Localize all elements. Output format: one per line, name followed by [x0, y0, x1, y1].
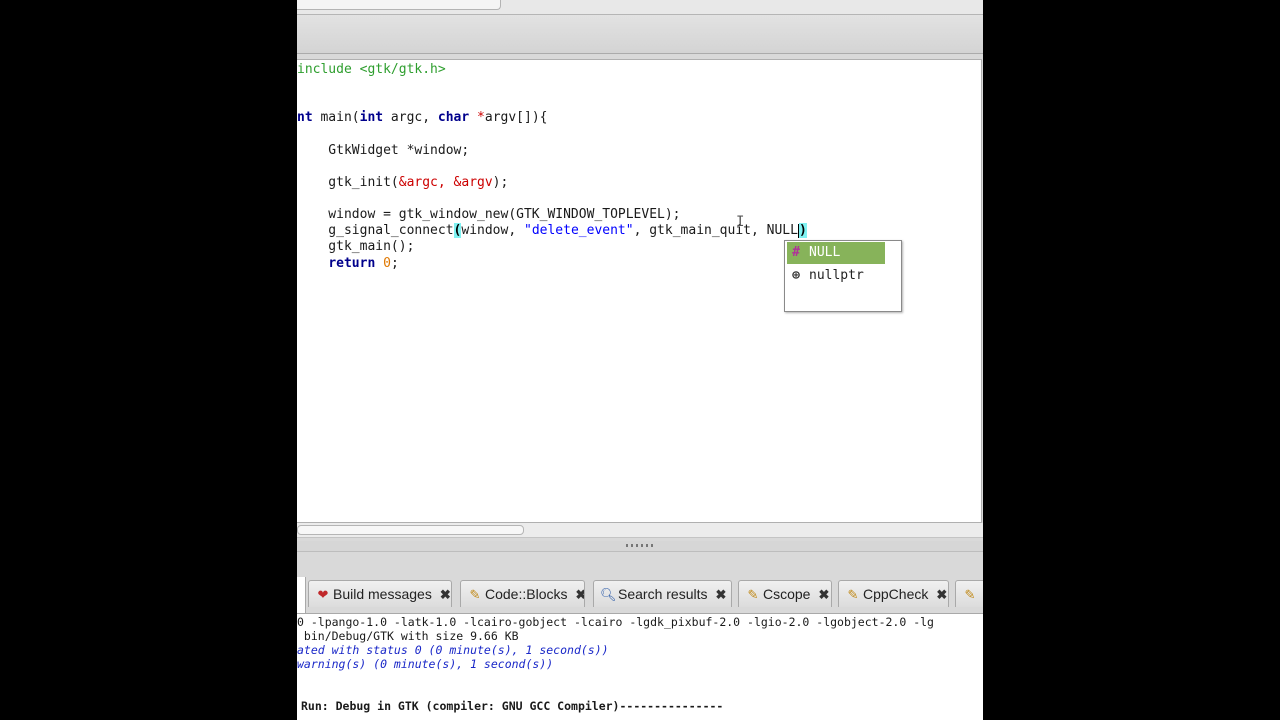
document-icon: ✎ [964, 587, 976, 602]
tab-label: Build messages [333, 586, 432, 602]
autocomplete-label: NULL [809, 245, 841, 260]
tab-label: Cscope [763, 586, 811, 602]
tab-label: CppCheck [863, 586, 929, 602]
keyword: int [359, 110, 384, 125]
log-line: ated with status 0 (0 minute(s), 1 secon… [297, 643, 609, 657]
build-log-output[interactable]: 0 -lpango-1.0 -latk-1.0 -lcairo-gobject … [297, 613, 983, 720]
code-text: ; [390, 256, 399, 271]
operator: &argc, &argv [398, 175, 493, 190]
keyword: char [437, 110, 470, 125]
log-line: warning(s) (0 minute(s), 1 second(s)) [297, 657, 554, 671]
code-line-main: nt main(int argc, char *argv[]){ [297, 110, 548, 126]
tab-cppcheck[interactable]: ✎ CppCheck ✖ [838, 580, 949, 607]
log-tab-bar: ❤ Build messages ✖ ✎ Code::Blocks ✖ 🔍︎Search… [297, 577, 983, 609]
string-literal: "delete_event" [524, 223, 634, 238]
close-icon[interactable]: ✖ [936, 582, 947, 607]
code-line-main-loop: gtk_main(); [297, 239, 415, 254]
autocomplete-item-null[interactable]: # NULL [787, 242, 885, 264]
tab-codeblocks[interactable]: ✎ Code::Blocks ✖ [460, 580, 585, 607]
close-icon[interactable]: ✖ [715, 582, 726, 607]
code-line-return: return 0; [297, 256, 399, 272]
ibeam-cursor-icon: I [736, 214, 745, 230]
tab-search-results[interactable]: 🔍︎Search results ✖ [593, 580, 732, 607]
scrollbar-thumb[interactable] [297, 525, 524, 535]
brace-match: ) [798, 223, 807, 238]
code-line-signal: g_signal_connect(window, "delete_event",… [297, 223, 807, 239]
panel-splitter[interactable] [297, 541, 983, 552]
logs-panel: ❤ Build messages ✖ ✎ Code::Blocks ✖ 🔍︎Search… [297, 552, 983, 720]
keyword: nt [297, 110, 313, 125]
operator: * [477, 110, 485, 125]
document-icon: ✎ [847, 587, 859, 602]
codeblocks-window: include <gtk/gtk.h> nt main(int argc, ch… [297, 0, 983, 720]
toolbar-strip [297, 0, 983, 15]
document-icon: ✎ [469, 587, 481, 602]
code-text: window, [461, 223, 524, 238]
code-text: g_signal_connect [297, 223, 454, 238]
tab-cscope[interactable]: ✎ Cscope ✖ [738, 580, 832, 607]
code-text: gtk_init( [297, 175, 399, 190]
toolbar-combo[interactable] [297, 0, 501, 10]
macro-icon: # [792, 245, 800, 260]
editor-horizontal-scrollbar[interactable] [297, 523, 983, 538]
keyword: return [328, 256, 376, 271]
autocomplete-item-nullptr[interactable]: ⊕ nullptr [787, 265, 885, 287]
code-line-1: include <gtk/gtk.h> [297, 62, 446, 78]
log-line: bin/Debug/GTK with size 9.66 KB [297, 629, 519, 643]
code-text: argc, [383, 110, 438, 125]
code-line-window: window = gtk_window_new(GTK_WINDOW_TOPLE… [297, 207, 681, 222]
code-text: , gtk_main_quit, NULL [633, 223, 798, 238]
code-line-init: gtk_init(&argc, &argv); [297, 175, 508, 191]
autocomplete-label: nullptr [809, 268, 864, 283]
document-icon: ✎ [747, 587, 759, 602]
code-line-decl: GtkWidget *window; [297, 143, 470, 158]
autocomplete-popup[interactable]: # NULL ⊕ nullptr [784, 240, 902, 312]
code-text: argv[]){ [484, 110, 548, 125]
close-icon[interactable]: ✖ [440, 582, 451, 607]
close-icon[interactable]: ✖ [575, 582, 584, 607]
class-icon: ⊕ [792, 268, 800, 283]
tab-label: Search results [618, 586, 708, 602]
tab-build-messages[interactable]: ❤ Build messages ✖ [308, 580, 452, 607]
tab-label: Code::Blocks [485, 586, 568, 602]
editor-tab-strip [297, 15, 983, 54]
code-text: ); [492, 175, 509, 190]
preprocessor-directive: include <gtk/gtk.h> [297, 62, 446, 77]
close-icon[interactable]: ✖ [818, 582, 829, 607]
code-text: main( [312, 110, 360, 125]
number-literal: 0 [383, 256, 391, 271]
search-icon: 🔍︎ [600, 587, 617, 602]
tab-more[interactable]: ✎ [955, 580, 983, 607]
log-line-run: Run: Debug in GTK (compiler: GNU GCC Com… [301, 699, 724, 713]
build-messages-icon: ❤ [317, 587, 329, 602]
splitter-grip-icon [626, 544, 654, 547]
log-line: 0 -lpango-1.0 -latk-1.0 -lcairo-gobject … [297, 615, 934, 629]
